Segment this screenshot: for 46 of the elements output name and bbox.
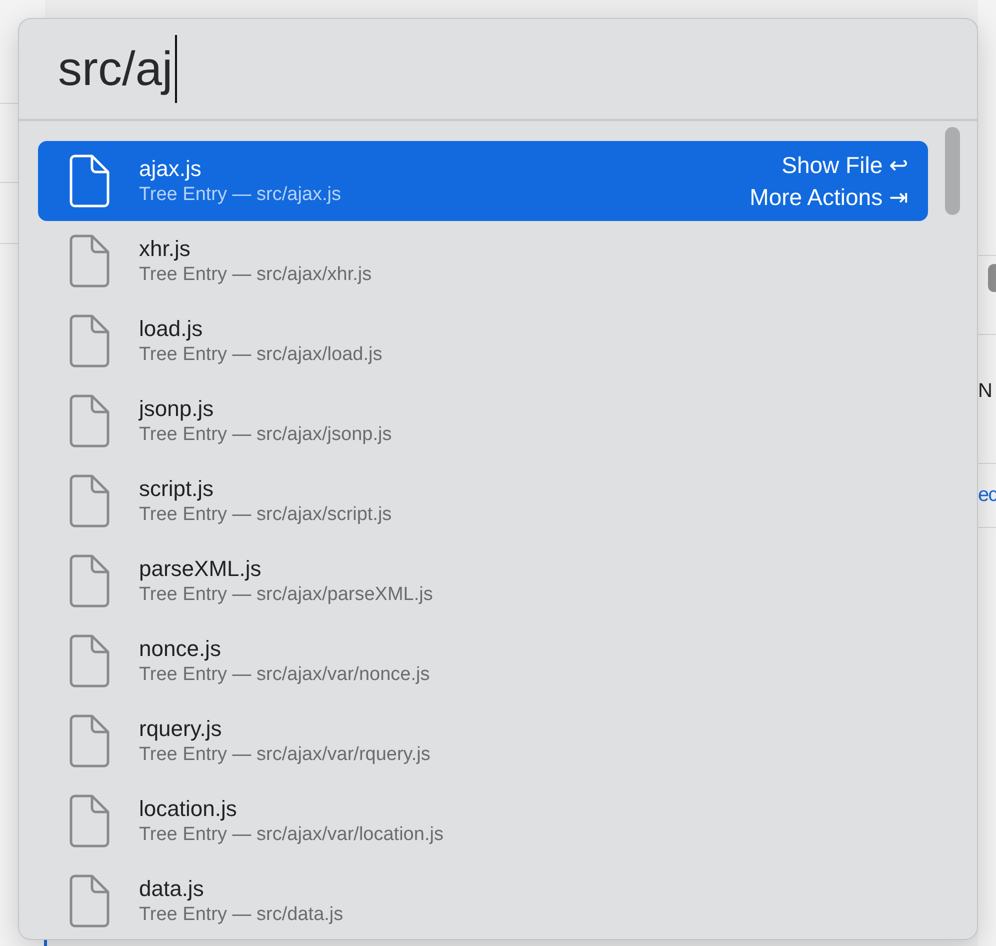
file-icon xyxy=(68,154,110,208)
result-item[interactable]: parseXML.js Tree Entry — src/ajax/parseXML.js xyxy=(38,541,928,621)
result-item[interactable]: xhr.js Tree Entry — src/ajax/xhr.js xyxy=(38,221,928,301)
file-path: Tree Entry — src/ajax/var/location.js xyxy=(139,823,444,847)
result-item[interactable]: load.js Tree Entry — src/ajax/load.js xyxy=(38,301,928,381)
result-item[interactable]: nonce.js Tree Entry — src/ajax/var/nonce.js xyxy=(38,621,928,701)
file-path: Tree Entry — src/ajax/xhr.js xyxy=(139,263,373,287)
result-item[interactable]: rquery.js Tree Entry — src/ajax/var/rquery.js xyxy=(38,701,928,781)
scrollbar-thumb[interactable] xyxy=(944,127,960,215)
action-hint[interactable]: More Actions ⇥ xyxy=(750,181,908,213)
file-name: parseXML.js xyxy=(139,555,262,583)
file-icon xyxy=(68,474,110,528)
file-path: Tree Entry — src/ajax/var/nonce.js xyxy=(139,663,431,687)
file-icon xyxy=(68,794,110,848)
file-icon xyxy=(68,234,110,288)
action-hint[interactable]: Show File ↩ xyxy=(782,149,908,181)
file-path: Tree Entry — src/ajax/load.js xyxy=(139,343,384,367)
file-icon xyxy=(68,874,110,928)
file-icon xyxy=(68,394,110,448)
result-item[interactable]: script.js Tree Entry — src/ajax/script.js xyxy=(38,461,928,541)
badge-shape xyxy=(988,264,996,292)
file-icon xyxy=(68,714,110,768)
result-item[interactable]: location.js Tree Entry — src/ajax/var/location.js xyxy=(38,781,928,861)
heading-text: N xyxy=(978,380,992,403)
file-path: Tree Entry — src/ajax.js xyxy=(139,183,342,207)
search-field[interactable]: src/aj xyxy=(58,34,177,104)
file-name: location.js xyxy=(139,795,238,823)
file-path: Tree Entry — src/ajax/parseXML.js xyxy=(139,583,434,607)
result-item[interactable]: jsonp.js Tree Entry — src/ajax/jsonp.js xyxy=(38,381,928,461)
file-path: Tree Entry — src/ajax/script.js xyxy=(139,503,393,527)
file-name: data.js xyxy=(139,875,205,903)
file-name: load.js xyxy=(139,315,204,343)
result-item[interactable]: data.js Tree Entry — src/data.js xyxy=(38,861,928,939)
file-icon xyxy=(68,634,110,688)
file-path: Tree Entry — src/ajax/jsonp.js xyxy=(139,423,393,447)
file-icon xyxy=(68,314,110,368)
result-item[interactable]: ajax.js Tree Entry — src/ajax.js Show File ↩ More Actions ⇥ xyxy=(38,141,928,221)
file-name: xhr.js xyxy=(139,235,192,263)
file-path: Tree Entry — src/data.js xyxy=(139,903,344,927)
file-name: nonce.js xyxy=(139,635,222,663)
file-name: script.js xyxy=(139,475,215,503)
file-name: jsonp.js xyxy=(139,395,215,423)
file-name: rquery.js xyxy=(139,715,223,743)
file-icon xyxy=(68,554,110,608)
file-name: ajax.js xyxy=(139,155,202,183)
file-path: Tree Entry — src/ajax/var/rquery.js xyxy=(139,743,432,767)
